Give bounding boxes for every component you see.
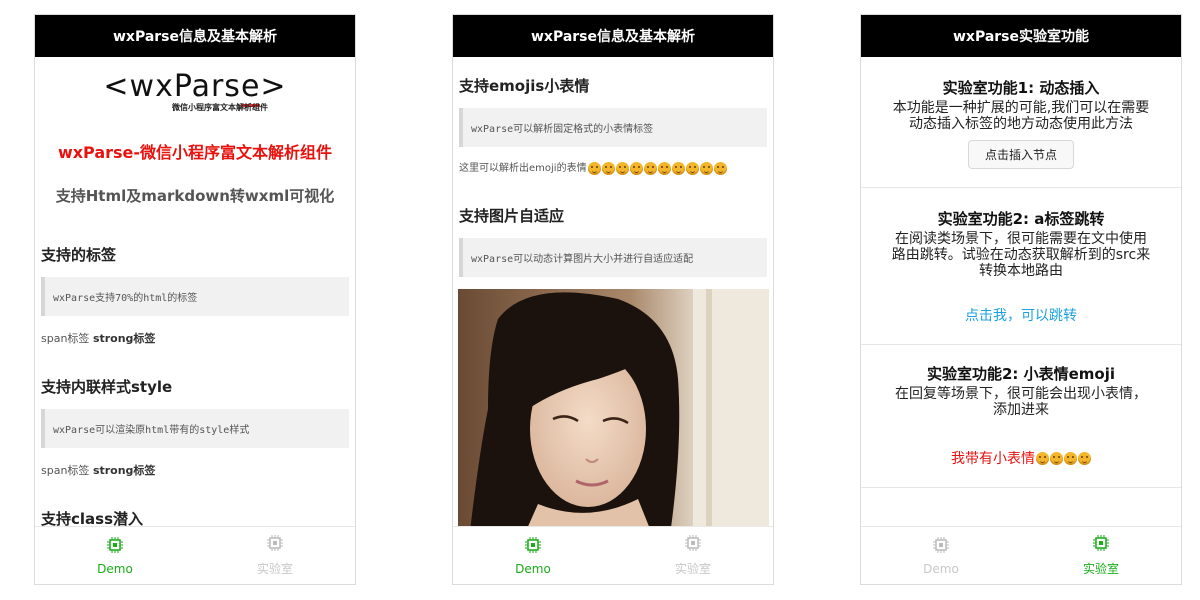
nav-title: wxParse实验室功能 [952,29,1090,45]
portrait-photo [458,288,769,527]
lab-section-insert: 实验室功能1: 动态插入 本功能是一种扩展的可能,我们可以在需要动态插入标签的地… [861,57,1181,188]
chip-icon [933,536,949,553]
lab-section-emoji: 实验室功能2: 小表情emoji 在回复等场景下，很可能会出现小表情，添加进来 … [861,345,1181,488]
nav-title: wxParse信息及基本解析 [530,29,696,45]
chip-icon [107,536,123,553]
smiley-emoji-icon [601,161,615,175]
tab-demo[interactable]: Demo [453,527,613,584]
code-block: wxParse可以解析固定格式的小表情标签 [459,108,767,147]
phone-demo-emoji-image: wxParse信息及基本解析 支持emojis小表情 wxParse可以解析固定… [452,14,774,585]
smiley-emoji-icon [629,161,643,175]
code-block: wxParse可以动态计算图片大小并进行自适应适配 [459,237,767,277]
logo-text-c: > [260,69,287,104]
nav-bar: wxParse信息及基本解析 [35,15,355,57]
section-title: 支持的标签 [41,246,117,264]
tab-bar: Demo 实验室 [453,526,773,584]
logo-text-a: <wxPars [103,69,241,104]
smiley-emoji-icon [1036,452,1049,465]
chip-icon [1093,535,1109,551]
tab-bar: Demo 实验室 [35,526,355,584]
strong-text: strong标签 [92,464,156,477]
wxparse-logo: <wxParse> 微信小程序富文本解析组件 [35,69,355,113]
tab-label: 实验室 [674,562,711,576]
span-text: span标签 [41,332,90,345]
section-title: 支持class潜入 [41,510,144,527]
tab-lab[interactable]: 实验室 [1021,527,1181,584]
lab-description: 在阅读类场景下，很可能需要在文中使用路由跳转。试验在动态获取解析到的src来转换… [891,231,1151,279]
smiley-emoji-icon [587,161,601,175]
smiley-emoji-icon [1064,452,1077,465]
chip-icon [525,536,541,553]
smiley-emoji-icon [657,161,671,175]
emoji-line: 这里可以解析出emoji的表情 [459,159,767,175]
tab-demo[interactable]: Demo [861,527,1021,584]
phone-demo-basic: wxParse信息及基本解析 <wxParse> 微信小程序富文本解析组件 wx… [34,14,356,585]
tab-lab[interactable]: 实验室 [195,527,355,584]
code-block: wxParse可以渲染原html带有的style样式 [41,409,349,448]
lab-description: 在回复等场景下，很可能会出现小表情，添加进来 [895,386,1147,418]
smiley-emoji-icon [685,161,699,175]
red-emoji-text: 我带有小表情 [951,451,1035,467]
lab-title: 实验室功能2: 小表情emoji [926,365,1116,383]
lab-description: 本功能是一种扩展的可能,我们可以在需要动态插入标签的地方动态使用此方法 [892,100,1150,132]
code-block: wxParse支持70%的html的标签 [41,277,349,316]
tab-label: Demo [923,561,959,576]
nav-bar: wxParse实验室功能 [861,15,1181,57]
smiley-emoji-icon [1078,452,1091,465]
nav-title: wxParse信息及基本解析 [112,29,278,45]
smiley-emoji-icon [699,161,713,175]
headline-red: wxParse-微信小程序富文本解析组件 [57,143,333,162]
smiley-emoji-icon [671,161,685,175]
span-strong-line: span标签 strong标签 [41,462,349,478]
emoji-text: 这里可以解析出emoji的表情 [459,163,587,174]
nav-bar: wxParse信息及基本解析 [453,15,773,57]
lab-title: 实验室功能2: a标签跳转 [937,210,1105,228]
phone-lab: wxParse实验室功能 实验室功能1: 动态插入 本功能是一种扩展的可能,我们… [860,14,1182,585]
tab-demo[interactable]: Demo [35,527,195,584]
chip-icon [685,535,701,551]
tab-label: 实验室 [1082,562,1119,576]
lab-title: 实验室功能1: 动态插入 [942,79,1100,97]
tab-label: 实验室 [256,562,293,576]
jump-link[interactable]: 点击我，可以跳转 [965,308,1077,324]
smiley-emoji-icon [643,161,657,175]
span-text: span标签 [41,464,90,477]
tab-label: Demo [97,561,133,576]
page-content[interactable]: 支持emojis小表情 wxParse可以解析固定格式的小表情标签 这里可以解析… [453,57,773,527]
strong-text: strong标签 [92,332,156,345]
chip-icon [267,535,283,551]
headline-grey: 支持Html及markdown转wxml可视化 [55,187,335,205]
tab-lab[interactable]: 实验室 [613,527,773,584]
lab-section-link: 实验室功能2: a标签跳转 在阅读类场景下，很可能需要在文中使用路由跳转。试验在… [861,188,1181,345]
smiley-emoji-icon [1050,452,1063,465]
tab-bar: Demo 实验室 [861,526,1181,584]
logo-subtitle: 微信小程序富文本解析组件 [172,103,268,112]
page-content[interactable]: <wxParse> 微信小程序富文本解析组件 wxParse-微信小程序富文本解… [35,57,355,527]
section-title: 支持emojis小表情 [459,77,590,95]
insert-node-button[interactable]: 点击插入节点 [967,140,1074,169]
smiley-emoji-icon [713,161,727,175]
section-title: 支持内联样式style [41,378,173,396]
tab-label: Demo [515,561,551,576]
section-title: 支持图片自适应 [459,206,565,225]
span-strong-line: span标签 strong标签 [41,330,349,346]
page-content[interactable]: 实验室功能1: 动态插入 本功能是一种扩展的可能,我们可以在需要动态插入标签的地… [861,57,1181,527]
smiley-emoji-icon [615,161,629,175]
emoji-red-line: 我带有小表情 [891,448,1151,468]
